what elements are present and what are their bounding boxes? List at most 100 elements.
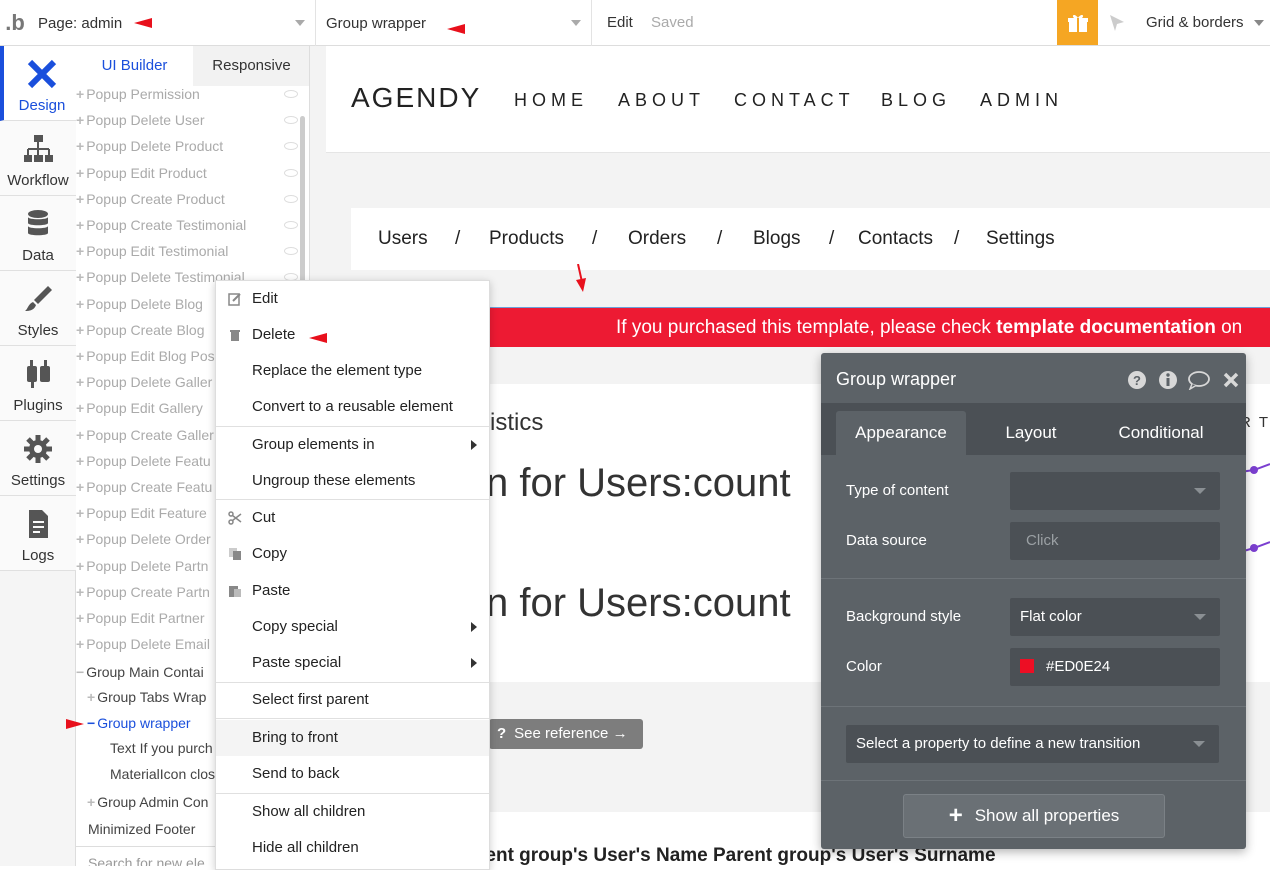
tree-item[interactable]: + Popup Edit Gallery (76, 395, 203, 421)
expand-icon[interactable]: + (76, 400, 84, 416)
nav-contact[interactable]: CONTACT (734, 90, 855, 111)
crumb-settings[interactable]: Settings (986, 228, 1055, 250)
collapse-icon[interactable]: − (76, 664, 84, 680)
expand-icon[interactable]: + (76, 584, 84, 600)
tab-workflow[interactable]: Workflow (0, 121, 76, 196)
tab-responsive[interactable]: Responsive (193, 46, 309, 86)
property-editor[interactable]: Group wrapper ? Appearance Layout Condit… (821, 353, 1246, 849)
expand-icon[interactable]: + (76, 479, 84, 495)
tree-item[interactable]: + Popup Edit Testimonial (76, 238, 228, 264)
menu-replace-type[interactable]: Replace the element type (216, 353, 489, 389)
expand-icon[interactable]: + (87, 689, 95, 705)
crumb-blogs[interactable]: Blogs (753, 228, 801, 250)
menu-edit[interactable]: Edit (216, 281, 489, 317)
nav-blog[interactable]: BLOG (881, 90, 951, 111)
crumb-contacts[interactable]: Contacts (858, 228, 933, 250)
menu-show-all-children[interactable]: Show all children (216, 794, 489, 830)
tree-item-icon-child[interactable]: MaterialIcon clos (110, 761, 215, 787)
color-picker[interactable]: #ED0E24 (1010, 648, 1220, 686)
gift-button[interactable] (1057, 0, 1098, 45)
background-style-select[interactable]: Flat color (1010, 598, 1220, 636)
eye-icon[interactable] (284, 142, 298, 151)
menu-cut[interactable]: Cut (216, 500, 489, 536)
page-selector[interactable]: Page: admin (30, 0, 316, 46)
menu-convert-reusable[interactable]: Convert to a reusable element (216, 389, 489, 425)
tree-item-group-tabs[interactable]: + Group Tabs Wrap (87, 684, 206, 710)
expand-icon[interactable]: + (76, 453, 84, 469)
tree-item[interactable]: + Popup Create Galler (76, 422, 214, 448)
transition-select[interactable]: Select a property to define a new transi… (846, 725, 1219, 763)
tree-item[interactable]: + Popup Delete Email (76, 631, 210, 657)
expand-icon[interactable]: + (76, 374, 84, 390)
menu-send-to-back[interactable]: Send to back (216, 756, 489, 792)
tree-item[interactable]: + Popup Create Testimonial (76, 212, 246, 238)
see-reference-button[interactable]: ? See reference → (489, 719, 643, 749)
expand-icon[interactable]: + (76, 348, 84, 364)
expand-icon[interactable]: + (76, 296, 84, 312)
expand-icon[interactable]: + (76, 636, 84, 652)
tree-item[interactable]: + Popup Edit Partner (76, 605, 204, 631)
expand-icon[interactable]: + (76, 427, 84, 443)
tab-styles[interactable]: Styles (0, 271, 76, 346)
nav-admin[interactable]: ADMIN (980, 90, 1063, 111)
menu-copy-special[interactable]: Copy special (216, 609, 489, 645)
tree-item-min-footer[interactable]: Minimized Footer (88, 816, 195, 842)
eye-icon[interactable] (284, 116, 298, 125)
menu-ungroup[interactable]: Ungroup these elements (216, 463, 489, 499)
tree-item-group-main[interactable]: − Group Main Contai (76, 659, 204, 685)
menu-paste[interactable]: Paste (216, 573, 489, 609)
menu-select-first-parent[interactable]: Select first parent (216, 682, 489, 718)
tab-conditional[interactable]: Conditional (1101, 411, 1221, 455)
bubble-logo[interactable]: .b (0, 0, 30, 46)
expand-icon[interactable]: + (76, 558, 84, 574)
expand-icon[interactable]: + (76, 112, 84, 128)
tree-item[interactable]: + Popup Delete Order (76, 526, 211, 552)
expand-icon[interactable]: + (76, 165, 84, 181)
menu-copy[interactable]: Copy (216, 536, 489, 572)
info-icon[interactable] (1158, 370, 1178, 390)
banner-link[interactable]: template documentation (996, 317, 1216, 338)
expand-icon[interactable]: + (76, 86, 84, 102)
menu-delete[interactable]: Delete (216, 317, 489, 353)
tree-item[interactable]: + Popup Create Blog (76, 317, 205, 343)
tree-item-text-child[interactable]: Text If you purch (110, 735, 213, 761)
tab-design[interactable]: Design (0, 46, 76, 121)
nav-about[interactable]: ABOUT (618, 90, 705, 111)
expand-icon[interactable]: + (76, 138, 84, 154)
tree-item[interactable]: + Popup Edit Blog Pos (76, 343, 215, 369)
eye-icon[interactable] (284, 247, 298, 256)
tree-item[interactable]: + Popup Create Partn (76, 579, 210, 605)
expand-icon[interactable]: + (76, 505, 84, 521)
expand-icon[interactable]: + (76, 243, 84, 259)
tree-item[interactable]: + Popup Permission (76, 81, 200, 107)
tree-item[interactable]: + Popup Delete Galler (76, 369, 212, 395)
crumb-orders[interactable]: Orders (628, 228, 686, 250)
menu-bring-to-front[interactable]: Bring to front (216, 720, 489, 756)
menu-paste-special[interactable]: Paste special (216, 645, 489, 681)
type-of-content-select[interactable] (1010, 472, 1220, 510)
tab-data[interactable]: Data (0, 196, 76, 271)
expand-icon[interactable]: + (76, 322, 84, 338)
menu-group-elements-in[interactable]: Group elements in (216, 427, 489, 463)
tree-item[interactable]: + Popup Edit Product (76, 160, 207, 186)
tree-item[interactable]: + Popup Delete User (76, 107, 204, 133)
tab-appearance[interactable]: Appearance (836, 411, 966, 455)
tree-item[interactable]: + Popup Delete Featu (76, 448, 211, 474)
expand-icon[interactable]: + (76, 531, 84, 547)
expand-icon[interactable]: + (76, 191, 84, 207)
close-icon[interactable] (1222, 371, 1240, 389)
expand-icon[interactable]: + (76, 217, 84, 233)
data-source-field[interactable]: Click (1010, 522, 1220, 560)
expand-icon[interactable]: + (87, 794, 95, 810)
grid-borders-dropdown[interactable]: Grid & borders (1138, 0, 1270, 46)
comment-icon[interactable] (1187, 370, 1211, 390)
site-header[interactable]: AGENDY HOME ABOUT CONTACT BLOG ADMIN (326, 46, 1270, 153)
tree-item-group-wrapper[interactable]: − Group wrapper (87, 710, 191, 736)
site-brand[interactable]: AGENDY (351, 82, 481, 114)
edit-mode-button[interactable]: Edit Saved (607, 0, 694, 46)
tree-item-group-admin[interactable]: + Group Admin Con (87, 789, 208, 815)
expand-icon[interactable]: + (76, 269, 84, 285)
show-all-properties-button[interactable]: + Show all properties (903, 794, 1165, 838)
crumb-products[interactable]: Products (489, 228, 564, 250)
eye-icon[interactable] (284, 168, 298, 177)
